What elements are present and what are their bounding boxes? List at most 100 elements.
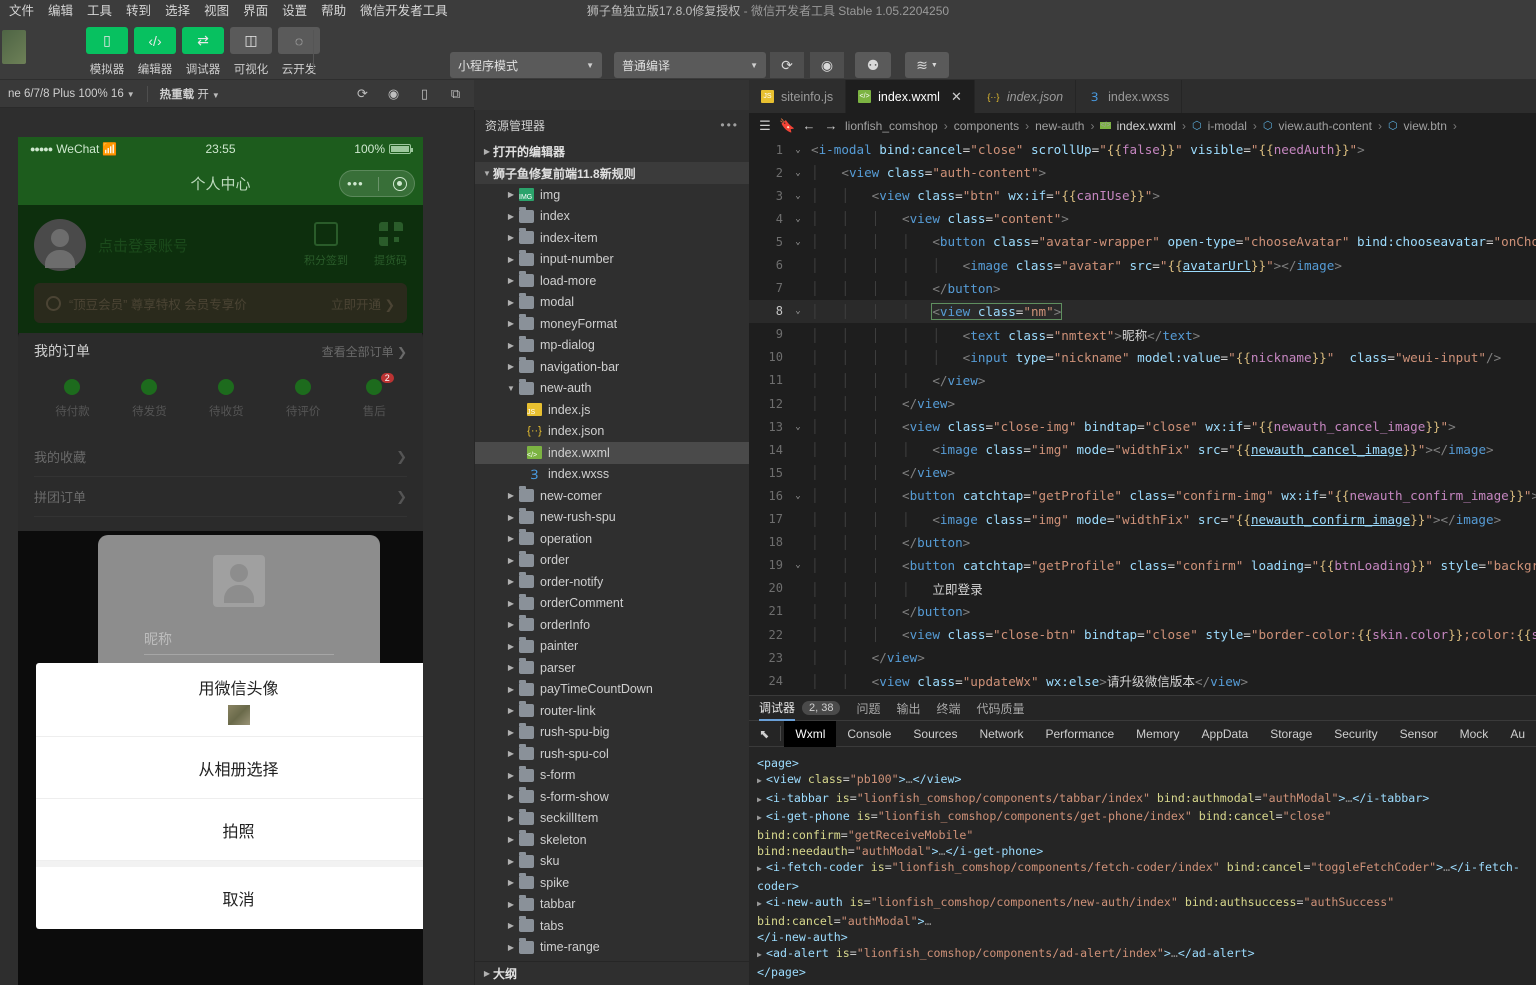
- code-line-12[interactable]: 12 │ │ │ </view>: [749, 392, 1536, 415]
- fold-chevron-icon[interactable]: ⌄: [789, 145, 807, 155]
- tree-folder-orderComment[interactable]: ▶ orderComment: [475, 593, 749, 615]
- tree-folder-new-comer[interactable]: ▶ new-comer: [475, 485, 749, 507]
- wxml-dom-tree[interactable]: <page> ▶ <view class="pb100">…</view> ▶ <i-t…: [749, 747, 1536, 980]
- debugger-tab-1[interactable]: 问题: [856, 700, 880, 717]
- tree-folder-operation[interactable]: ▶ operation: [475, 528, 749, 550]
- close-circle-icon[interactable]: [392, 176, 407, 191]
- breadcrumb-item-1[interactable]: components: [954, 119, 1019, 133]
- chevron-right-icon[interactable]: ▶: [505, 534, 517, 543]
- service-row-1[interactable]: 拼团订单 ❯: [34, 477, 407, 517]
- chevron-right-icon[interactable]: ▶: [505, 212, 517, 221]
- arrow-right-icon[interactable]: →: [823, 118, 839, 133]
- dom-node-0[interactable]: <page>: [757, 755, 1536, 771]
- inspect-element-icon[interactable]: ⬉: [753, 727, 776, 741]
- tree-file-index.wxss[interactable]: Ɜindex.wxss: [475, 464, 749, 486]
- fold-chevron-icon[interactable]: ⌄: [789, 214, 807, 224]
- toolbar-button-3[interactable]: ◫: [230, 27, 272, 54]
- action-sheet-item-3[interactable]: 取消: [36, 867, 423, 929]
- phone-simulator[interactable]: ●●●●● WeChat 📶 23:55 100% 个人中心 ••• 点击登录账…: [18, 137, 423, 985]
- tree-file-index.json[interactable]: {··} index.json: [475, 421, 749, 443]
- expand-arrow-icon[interactable]: ▶: [757, 861, 766, 877]
- nickname-input[interactable]: 昵称: [144, 629, 334, 655]
- breadcrumb-item-3[interactable]: index.wxml: [1117, 119, 1176, 133]
- toolbar-button-0[interactable]: ▯: [86, 27, 128, 54]
- code-line-13[interactable]: 13 ⌄ │ │ │ <view class="close-img" bindtap…: [749, 415, 1536, 438]
- chevron-right-icon[interactable]: ▶: [505, 620, 517, 629]
- fold-chevron-icon[interactable]: ⌄: [789, 191, 807, 201]
- chevron-right-icon[interactable]: ▶: [505, 943, 517, 952]
- tree-folder-seckillItem[interactable]: ▶ seckillItem: [475, 808, 749, 830]
- code-line-14[interactable]: 14 │ │ │ │ <image class="img" mode="width…: [749, 438, 1536, 461]
- code-line-8[interactable]: 8 ⌄ │ │ │ │ <view class="nm">: [749, 299, 1536, 323]
- code-line-2[interactable]: 2 ⌄ │ <view class="auth-content">: [749, 161, 1536, 184]
- tree-folder-s-form[interactable]: ▶ s-form: [475, 765, 749, 787]
- tree-folder-time-range[interactable]: ▶ time-range: [475, 937, 749, 959]
- chevron-right-icon[interactable]: ▶: [505, 233, 517, 242]
- menu-item-3[interactable]: 转到: [119, 0, 158, 22]
- devtools-tab-appdata[interactable]: AppData: [1191, 721, 1260, 747]
- code-line-20[interactable]: 20 │ │ │ │ 立即登录: [749, 577, 1536, 600]
- code-line-18[interactable]: 18 │ │ │ </button>: [749, 531, 1536, 554]
- chevron-right-icon[interactable]: ▶: [505, 900, 517, 909]
- tree-folder-new-rush-spu[interactable]: ▶ new-rush-spu: [475, 507, 749, 529]
- chevron-right-icon[interactable]: ▶: [505, 599, 517, 608]
- action-sheet-item-1[interactable]: 从相册选择: [36, 737, 423, 799]
- tree-file-index.js[interactable]: JS index.js: [475, 399, 749, 421]
- devtools-tab-wxml[interactable]: Wxml: [784, 720, 837, 747]
- tree-folder-input-number[interactable]: ▶ input-number: [475, 249, 749, 271]
- mode-select[interactable]: 小程序模式 ▼: [450, 52, 602, 78]
- code-line-9[interactable]: 9 │ │ │ │ │ <text class="nmtext">昵称</text…: [749, 323, 1536, 346]
- dom-node-7[interactable]: </i-new-auth>: [757, 929, 1536, 945]
- chevron-down-icon[interactable]: ▼: [505, 384, 517, 393]
- expand-arrow-icon[interactable]: ▶: [757, 810, 766, 826]
- toolbar-action-1[interactable]: ◉: [810, 52, 844, 78]
- dom-node-4[interactable]: bind:needauth="authModal">…</i-get-phone…: [757, 843, 1536, 859]
- devtools-tab-memory[interactable]: Memory: [1125, 721, 1190, 747]
- ellipsis-icon[interactable]: •••: [720, 118, 739, 132]
- copy-icon[interactable]: ⧉: [447, 85, 464, 102]
- tree-file-index.wxml[interactable]: </> index.wxml: [475, 442, 749, 464]
- bookmark-icon[interactable]: 🔖: [779, 118, 795, 134]
- expand-arrow-icon[interactable]: ▶: [757, 773, 766, 789]
- chevron-right-icon[interactable]: ▶: [505, 835, 517, 844]
- chevron-right-icon[interactable]: ▶: [505, 663, 517, 672]
- order-status-3[interactable]: 待评价: [286, 379, 320, 419]
- debugger-tab-4[interactable]: 代码质量: [977, 700, 1025, 717]
- code-line-10[interactable]: 10 │ │ │ │ │ <input type="nickname" model…: [749, 346, 1536, 369]
- menu-item-0[interactable]: 文件: [2, 0, 41, 22]
- toolbar-button-1[interactable]: ‹/›: [134, 27, 176, 54]
- chevron-right-icon[interactable]: ▶: [505, 792, 517, 801]
- toolbar-action-0[interactable]: ⟳: [770, 52, 804, 78]
- devtools-tab-security[interactable]: Security: [1323, 721, 1388, 747]
- fold-chevron-icon[interactable]: ⌄: [789, 306, 807, 316]
- editor-tab-siteinfo.js[interactable]: JS siteinfo.js: [749, 80, 847, 113]
- code-line-5[interactable]: 5 ⌄ │ │ │ │ <button class="avatar-wrapper"…: [749, 230, 1536, 253]
- code-line-17[interactable]: 17 │ │ │ │ <image class="img" mode="width…: [749, 508, 1536, 531]
- code-line-6[interactable]: 6 │ │ │ │ │ <image class="avatar" src="{{…: [749, 253, 1536, 276]
- dom-node-5[interactable]: ▶ <i-fetch-coder is="lionfish_comshop/com…: [757, 859, 1536, 894]
- tree-folder-rush-spu-col[interactable]: ▶ rush-spu-col: [475, 743, 749, 765]
- debugger-tab-0[interactable]: 调试器: [759, 696, 796, 721]
- devtools-tab-au[interactable]: Au: [1499, 721, 1536, 747]
- code-line-23[interactable]: 23 │ │ </view>: [749, 646, 1536, 669]
- dom-node-1[interactable]: ▶ <view class="pb100">…</view>: [757, 771, 1536, 789]
- code-line-24[interactable]: 24 │ │ <view class="updateWx" wx:else>请升级…: [749, 669, 1536, 692]
- dom-node-3[interactable]: ▶ <i-get-phone is="lionfish_comshop/compo…: [757, 808, 1536, 843]
- chevron-right-icon[interactable]: ▶: [505, 513, 517, 522]
- chevron-right-icon[interactable]: ▶: [505, 749, 517, 758]
- fold-chevron-icon[interactable]: ⌄: [789, 422, 807, 432]
- tree-folder-orderInfo[interactable]: ▶ orderInfo: [475, 614, 749, 636]
- tree-folder-order-notify[interactable]: ▶ order-notify: [475, 571, 749, 593]
- tree-folder-navigation-bar[interactable]: ▶ navigation-bar: [475, 356, 749, 378]
- fold-chevron-icon[interactable]: ⌄: [789, 237, 807, 247]
- code-line-7[interactable]: 7 │ │ │ │ </button>: [749, 277, 1536, 300]
- code-line-3[interactable]: 3 ⌄ │ │ <view class="btn" wx:if="{{canIUse…: [749, 184, 1536, 207]
- code-line-11[interactable]: 11 │ │ │ │ </view>: [749, 369, 1536, 392]
- devtools-tab-sources[interactable]: Sources: [902, 721, 968, 747]
- dom-node-8[interactable]: ▶ <ad-alert is="lionfish_comshop/componen…: [757, 945, 1536, 963]
- toolbar-action-2[interactable]: ⚉: [855, 52, 891, 78]
- menu-item-1[interactable]: 编辑: [41, 0, 80, 22]
- devtools-tab-storage[interactable]: Storage: [1259, 721, 1323, 747]
- tree-folder-s-form-show[interactable]: ▶ s-form-show: [475, 786, 749, 808]
- tree-folder-skeleton[interactable]: ▶ skeleton: [475, 829, 749, 851]
